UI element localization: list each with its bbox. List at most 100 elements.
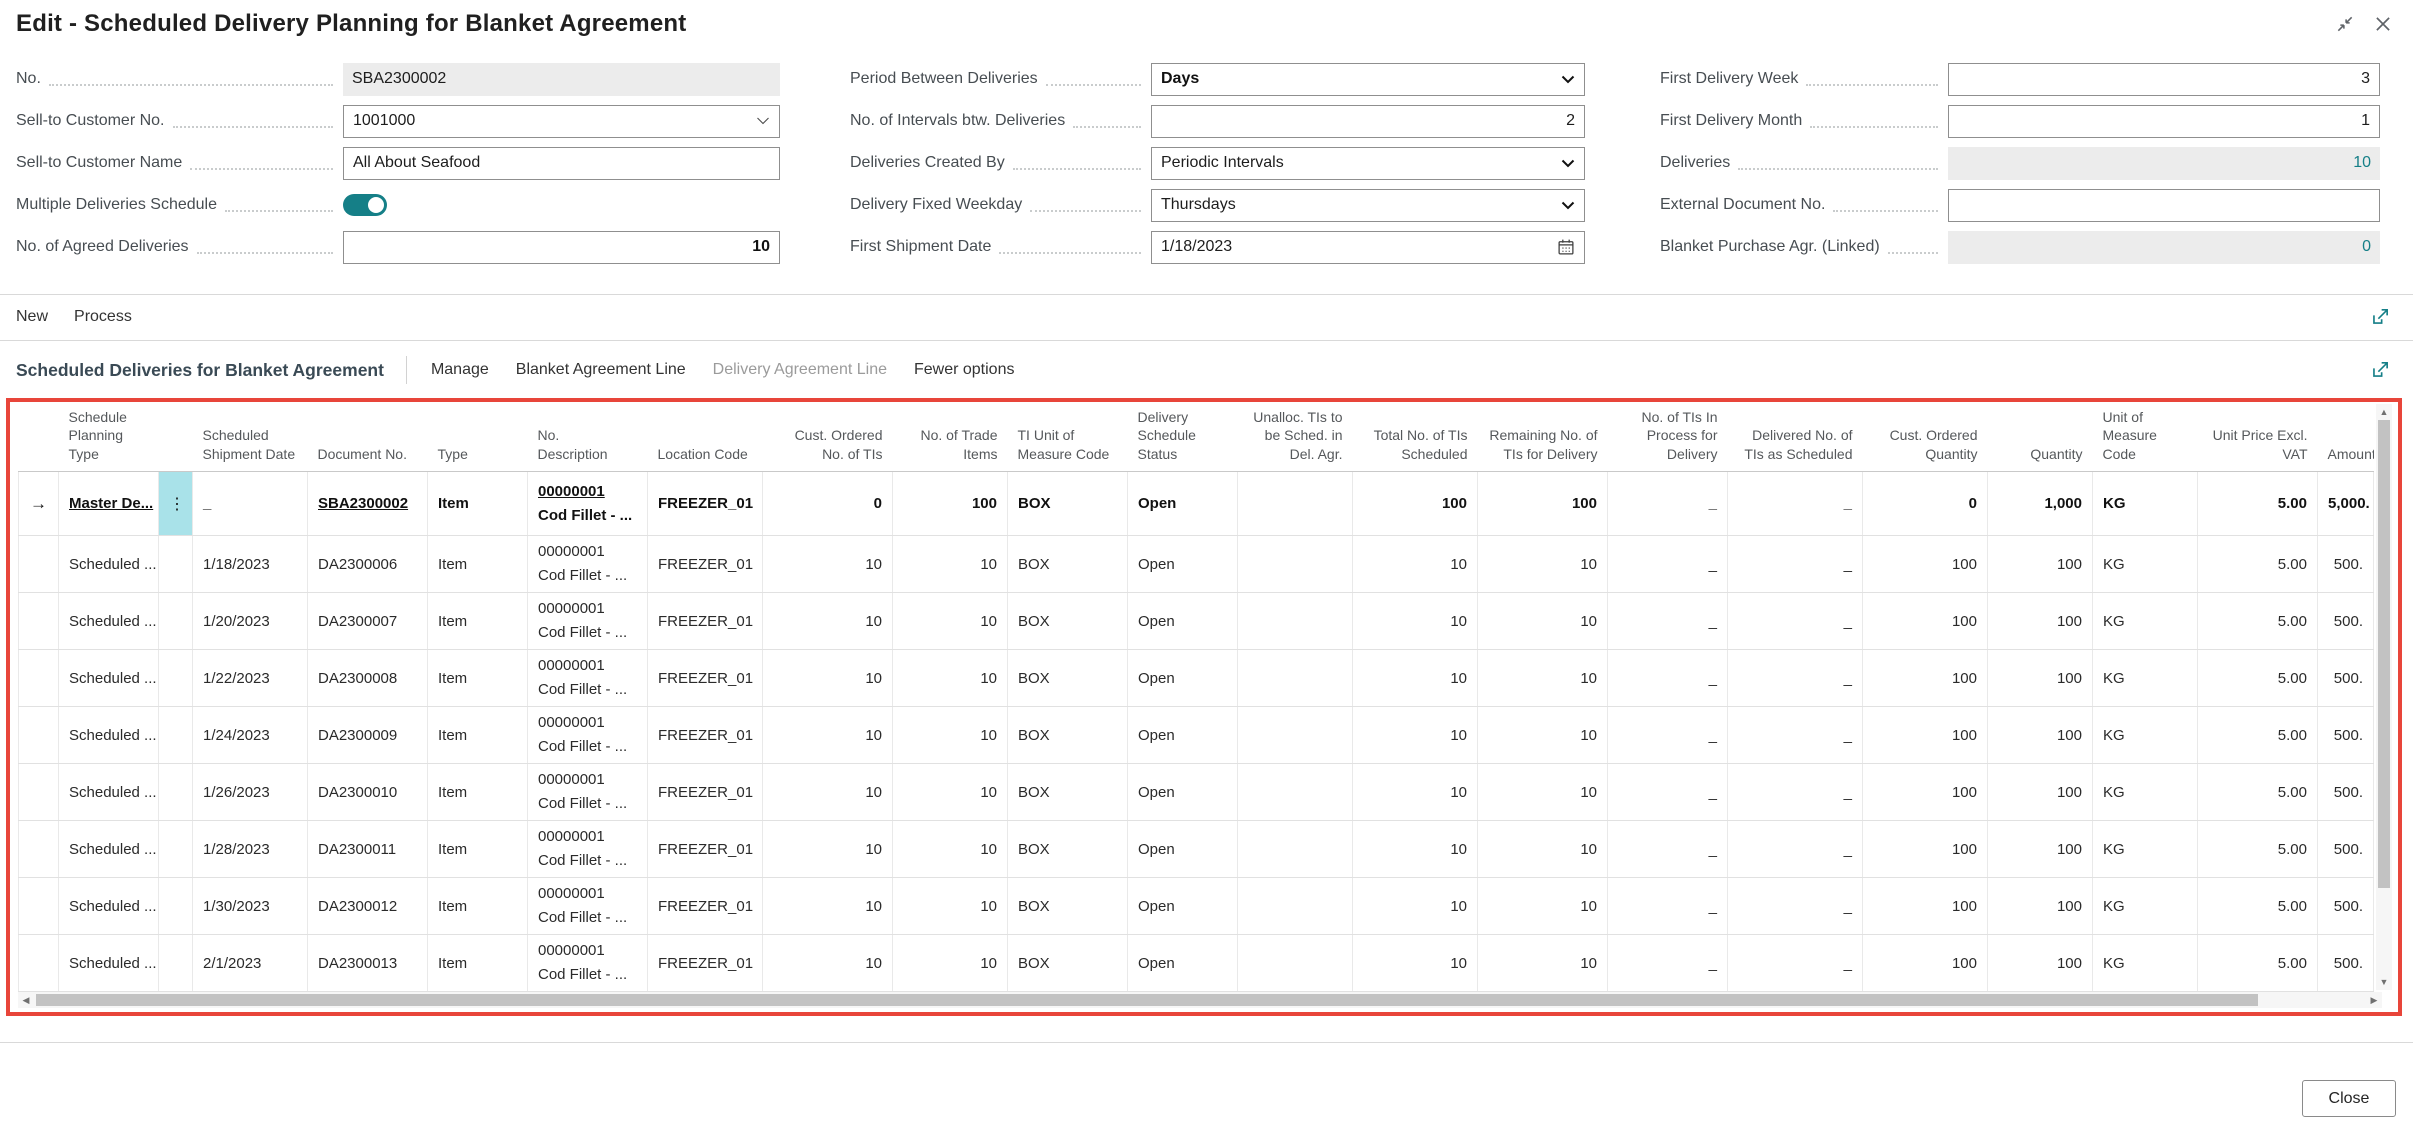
delivery-fixed-weekday-select[interactable]: Thursdays xyxy=(1151,189,1585,222)
cell-amount[interactable]: 500. xyxy=(2318,935,2374,992)
cell-unit-price-excl-vat[interactable]: 5.00 xyxy=(2198,536,2318,593)
cell-unit-price-excl-vat[interactable]: 5.00 xyxy=(2198,821,2318,878)
cell-no-description[interactable]: 00000001Cod Fillet - ... xyxy=(528,472,648,536)
cell-ti-unit-of-measure-code[interactable]: BOX xyxy=(1008,821,1128,878)
cell-ti-unit-of-measure-code[interactable]: BOX xyxy=(1008,650,1128,707)
cell-delivery-schedule-status[interactable]: Open xyxy=(1128,650,1238,707)
cell-document-no[interactable]: DA2300009 xyxy=(308,707,428,764)
cell-scheduled-shipment-date[interactable]: _ xyxy=(193,472,308,536)
cell-cust-ordered-no-of-tis[interactable]: 10 xyxy=(763,593,893,650)
chevron-down-icon[interactable] xyxy=(1561,201,1575,210)
blanket-agreement-line-menu-button[interactable]: Blanket Agreement Line xyxy=(516,361,686,379)
column-header-total-no-of-tis-scheduled[interactable]: Total No. of TIs Scheduled xyxy=(1353,404,1478,472)
cell-unalloc-tis-to-be-sched-in-del-agr[interactable] xyxy=(1238,472,1353,536)
cell-scheduled-shipment-date[interactable]: 1/22/2023 xyxy=(193,650,308,707)
cell-remaining-no-of-tis-for-delivery[interactable]: 10 xyxy=(1478,764,1608,821)
cell-unit-of-measure-code[interactable]: KG xyxy=(2093,764,2198,821)
cell-no-of-trade-items[interactable]: 10 xyxy=(893,878,1008,935)
cell-delivered-no-of-tis-as-scheduled[interactable]: _ xyxy=(1728,764,1863,821)
cell-location-code[interactable]: FREEZER_01 xyxy=(648,650,763,707)
process-menu-button[interactable]: Process xyxy=(74,308,132,326)
cell-ti-unit-of-measure-code[interactable]: BOX xyxy=(1008,878,1128,935)
cell-menu-dots[interactable] xyxy=(159,764,193,821)
cell-selector[interactable] xyxy=(19,707,59,764)
cell-selector[interactable] xyxy=(19,878,59,935)
horizontal-scrollbar-thumb[interactable] xyxy=(36,994,2258,1006)
cell-unit-of-measure-code[interactable]: KG xyxy=(2093,821,2198,878)
column-header-blank[interactable] xyxy=(159,404,193,472)
column-header-unalloc-tis-to-be-sched-in-del-agr[interactable]: Unalloc. TIs to be Sched. in Del. Agr. xyxy=(1238,404,1353,472)
cell-amount[interactable]: 5,000. xyxy=(2318,472,2374,536)
cell-cust-ordered-quantity[interactable]: 0 xyxy=(1863,472,1988,536)
cell-location-code[interactable]: FREEZER_01 xyxy=(648,472,763,536)
cell-quantity[interactable]: 100 xyxy=(1988,707,2093,764)
cell-cust-ordered-quantity[interactable]: 100 xyxy=(1863,878,1988,935)
cell-quantity[interactable]: 1,000 xyxy=(1988,472,2093,536)
cell-schedule-planning-type[interactable]: Scheduled ... xyxy=(59,878,159,935)
scroll-left-icon[interactable]: ◀ xyxy=(18,992,34,1008)
close-window-icon[interactable] xyxy=(2373,14,2393,34)
cell-unit-price-excl-vat[interactable]: 5.00 xyxy=(2198,764,2318,821)
cell-document-no[interactable]: DA2300006 xyxy=(308,536,428,593)
cell-quantity[interactable]: 100 xyxy=(1988,593,2093,650)
column-header-amount[interactable]: Amount xyxy=(2318,404,2374,472)
cell-no-of-tis-in-process-for-delivery[interactable]: _ xyxy=(1608,536,1728,593)
cell-delivered-no-of-tis-as-scheduled[interactable]: _ xyxy=(1728,536,1863,593)
cell-total-no-of-tis-scheduled[interactable]: 10 xyxy=(1353,707,1478,764)
cell-document-no[interactable]: DA2300011 xyxy=(308,821,428,878)
cell-menu-dots[interactable] xyxy=(159,536,193,593)
cell-unit-price-excl-vat[interactable]: 5.00 xyxy=(2198,593,2318,650)
cell-location-code[interactable]: FREEZER_01 xyxy=(648,878,763,935)
cell-unalloc-tis-to-be-sched-in-del-agr[interactable] xyxy=(1238,935,1353,992)
sell-to-customer-no-field[interactable]: 1001000 xyxy=(343,105,780,138)
cell-type[interactable]: Item xyxy=(428,707,528,764)
cell-no-of-tis-in-process-for-delivery[interactable]: _ xyxy=(1608,935,1728,992)
cell-delivery-schedule-status[interactable]: Open xyxy=(1128,593,1238,650)
external-document-no-field[interactable] xyxy=(1948,189,2380,222)
cell-no-of-trade-items[interactable]: 100 xyxy=(893,472,1008,536)
cell-unit-of-measure-code[interactable]: KG xyxy=(2093,472,2198,536)
cell-amount[interactable]: 500. xyxy=(2318,821,2374,878)
cell-location-code[interactable]: FREEZER_01 xyxy=(648,764,763,821)
cell-remaining-no-of-tis-for-delivery[interactable]: 10 xyxy=(1478,650,1608,707)
cell-unit-of-measure-code[interactable]: KG xyxy=(2093,593,2198,650)
cell-delivered-no-of-tis-as-scheduled[interactable]: _ xyxy=(1728,593,1863,650)
cell-document-no[interactable]: DA2300013 xyxy=(308,935,428,992)
first-delivery-week-field[interactable]: 3 xyxy=(1948,63,2380,96)
cell-amount[interactable]: 500. xyxy=(2318,707,2374,764)
cell-delivery-schedule-status[interactable]: Open xyxy=(1128,878,1238,935)
horizontal-scrollbar[interactable]: ◀ ▶ xyxy=(18,992,2382,1008)
cell-quantity[interactable]: 100 xyxy=(1988,935,2093,992)
cell-remaining-no-of-tis-for-delivery[interactable]: 100 xyxy=(1478,472,1608,536)
cell-location-code[interactable]: FREEZER_01 xyxy=(648,536,763,593)
chevron-down-icon[interactable] xyxy=(756,117,770,125)
cell-unalloc-tis-to-be-sched-in-del-agr[interactable] xyxy=(1238,536,1353,593)
cell-total-no-of-tis-scheduled[interactable]: 10 xyxy=(1353,821,1478,878)
cell-quantity[interactable]: 100 xyxy=(1988,821,2093,878)
cell-delivery-schedule-status[interactable]: Open xyxy=(1128,472,1238,536)
cell-unalloc-tis-to-be-sched-in-del-agr[interactable] xyxy=(1238,821,1353,878)
cell-remaining-no-of-tis-for-delivery[interactable]: 10 xyxy=(1478,536,1608,593)
cell-delivery-schedule-status[interactable]: Open xyxy=(1128,935,1238,992)
cell-menu-dots[interactable] xyxy=(159,650,193,707)
chevron-down-icon[interactable] xyxy=(1561,159,1575,168)
cell-quantity[interactable]: 100 xyxy=(1988,536,2093,593)
column-header-delivery-schedule-status[interactable]: Delivery Schedule Status xyxy=(1128,404,1238,472)
cell-cust-ordered-no-of-tis[interactable]: 10 xyxy=(763,707,893,764)
cell-total-no-of-tis-scheduled[interactable]: 10 xyxy=(1353,935,1478,992)
cell-location-code[interactable]: FREEZER_01 xyxy=(648,821,763,878)
cell-cust-ordered-no-of-tis[interactable]: 10 xyxy=(763,821,893,878)
cell-total-no-of-tis-scheduled[interactable]: 10 xyxy=(1353,593,1478,650)
cell-delivery-schedule-status[interactable]: Open xyxy=(1128,764,1238,821)
manage-menu-button[interactable]: Manage xyxy=(431,361,489,379)
column-header-cust-ordered-no-of-tis[interactable]: Cust. Ordered No. of TIs xyxy=(763,404,893,472)
cell-document-no[interactable]: SBA2300002 xyxy=(308,472,428,536)
cell-ti-unit-of-measure-code[interactable]: BOX xyxy=(1008,764,1128,821)
cell-delivered-no-of-tis-as-scheduled[interactable]: _ xyxy=(1728,707,1863,764)
cell-cust-ordered-quantity[interactable]: 100 xyxy=(1863,764,1988,821)
cell-unit-of-measure-code[interactable]: KG xyxy=(2093,878,2198,935)
column-header-scheduled-shipment-date[interactable]: Scheduled Shipment Date xyxy=(193,404,308,472)
cell-no-of-trade-items[interactable]: 10 xyxy=(893,764,1008,821)
cell-ti-unit-of-measure-code[interactable]: BOX xyxy=(1008,935,1128,992)
cell-no-description[interactable]: 00000001Cod Fillet - ... xyxy=(528,764,648,821)
